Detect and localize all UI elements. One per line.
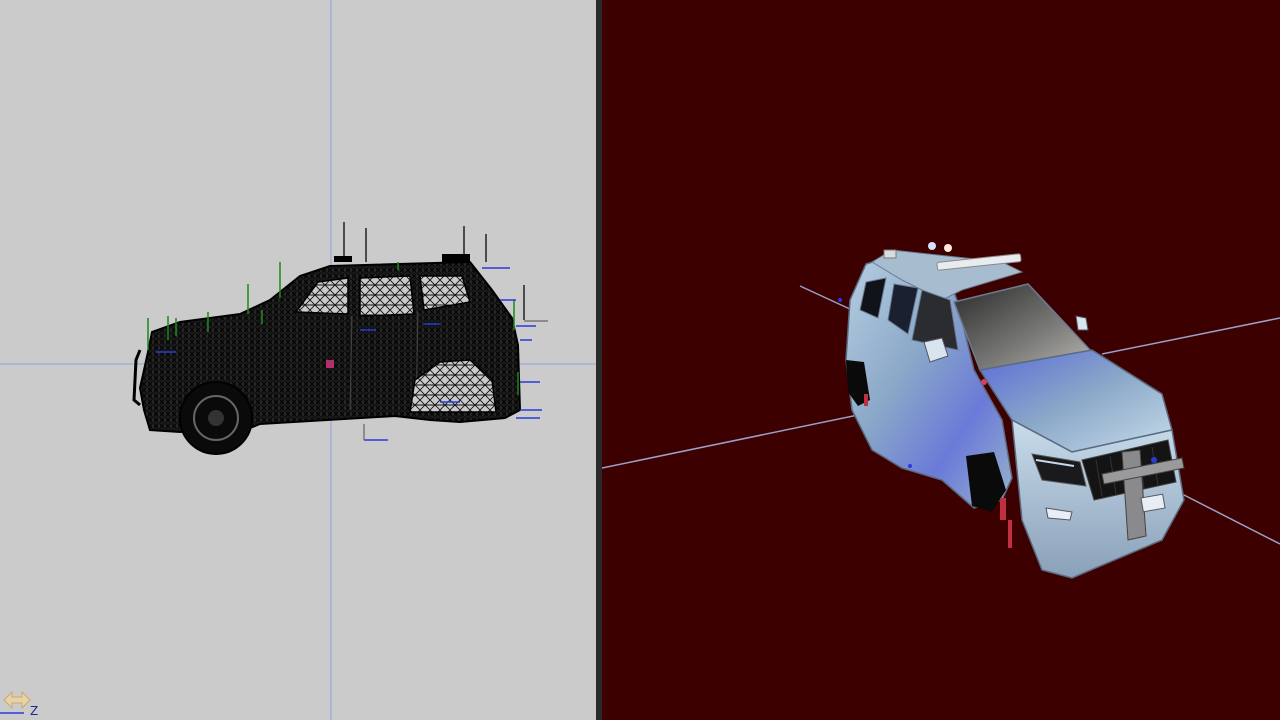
model-viewer-app: Z — [0, 0, 1280, 720]
shaded-canvas[interactable] — [602, 0, 1280, 720]
world-axis-c — [1101, 317, 1280, 355]
world-axis-b — [602, 407, 893, 469]
middle-window-wire — [359, 275, 415, 317]
wireframe-car-model[interactable] — [132, 222, 548, 455]
world-axis-d — [1181, 493, 1280, 545]
shaded-car-model[interactable] — [838, 242, 1185, 579]
shaded-viewport[interactable] — [602, 0, 1280, 720]
wireframe-canvas[interactable] — [0, 0, 596, 720]
pivot-marker — [326, 360, 334, 368]
side-mirror-right — [1075, 315, 1089, 331]
world-axis-a — [799, 285, 853, 311]
z-axis-label: Z — [30, 704, 39, 718]
wireframe-viewport[interactable]: Z — [0, 0, 596, 720]
axis-indicator: Z — [0, 670, 60, 720]
